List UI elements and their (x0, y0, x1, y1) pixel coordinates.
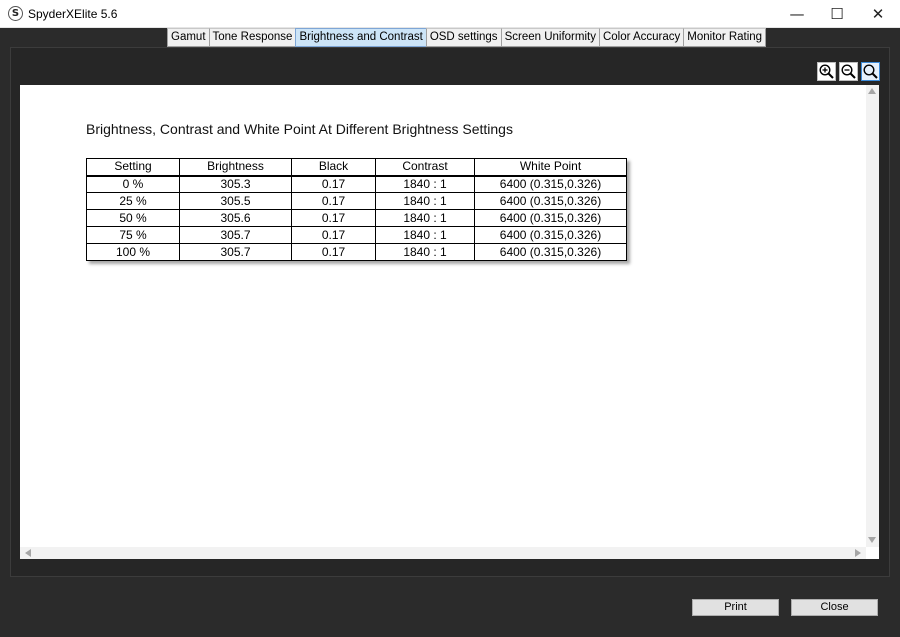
table-cell: 6400 (0.315,0.326) (474, 175, 627, 193)
table-cell: 0.17 (291, 175, 376, 193)
table-row: 0 % 305.3 0.17 1840 : 1 6400 (0.315,0.326) (86, 175, 627, 193)
table-cell: 1840 : 1 (375, 175, 475, 193)
column-header-contrast: Contrast (375, 158, 475, 177)
print-button[interactable]: Print (692, 599, 779, 616)
table-cell: 305.5 (179, 192, 292, 210)
table-row: 100 % 305.7 0.17 1840 : 1 6400 (0.315,0.326) (86, 243, 627, 261)
table-cell: 1840 : 1 (375, 243, 475, 261)
table-cell: 0.17 (291, 192, 376, 210)
tab-brightness-and-contrast[interactable]: Brightness and Contrast (295, 28, 427, 47)
table-cell: 6400 (0.315,0.326) (474, 209, 627, 227)
horizontal-scrollbar[interactable] (20, 547, 866, 559)
table-cell: 1840 : 1 (375, 226, 475, 244)
table-cell: 1840 : 1 (375, 209, 475, 227)
table-cell: 1840 : 1 (375, 192, 475, 210)
table-cell: 0.17 (291, 226, 376, 244)
table-cell: 0.17 (291, 209, 376, 227)
column-header-setting: Setting (86, 158, 180, 177)
table-cell: 25 % (86, 192, 180, 210)
zoom-out-icon[interactable] (839, 62, 858, 81)
report-view: Brightness, Contrast and White Point At … (20, 85, 866, 547)
column-header-black: Black (291, 158, 376, 177)
table-cell: 6400 (0.315,0.326) (474, 226, 627, 244)
window-title: SpyderXElite 5.6 (28, 7, 118, 21)
results-table: Setting Brightness Black Contrast White Poin… (86, 158, 627, 261)
table-cell: 0.17 (291, 243, 376, 261)
table-cell: 305.7 (179, 243, 292, 261)
table-cell: 6400 (0.315,0.326) (474, 192, 627, 210)
column-header-brightness: Brightness (179, 158, 292, 177)
scroll-left-icon[interactable] (25, 549, 31, 557)
tab-gamut[interactable]: Gamut (167, 28, 210, 47)
column-header-white-point: White Point (474, 158, 627, 177)
table-header-row: Setting Brightness Black Contrast White Poin… (86, 158, 627, 177)
close-window-button[interactable]: ✕ (857, 0, 899, 28)
tab-tone-response[interactable]: Tone Response (208, 28, 297, 47)
table-row: 75 % 305.7 0.17 1840 : 1 6400 (0.315,0.326) (86, 226, 627, 244)
zoom-in-icon[interactable] (817, 62, 836, 81)
zoom-fit-icon[interactable] (861, 62, 880, 81)
scrollbar-corner (866, 547, 879, 559)
vertical-scrollbar[interactable] (866, 85, 879, 547)
scroll-up-icon[interactable] (868, 88, 876, 94)
table-cell: 305.7 (179, 226, 292, 244)
close-button[interactable]: Close (791, 599, 878, 616)
maximize-button[interactable]: ☐ (816, 0, 858, 28)
table-cell: 75 % (86, 226, 180, 244)
table-cell: 305.6 (179, 209, 292, 227)
tab-osd-settings[interactable]: OSD settings (425, 28, 502, 47)
results-table-container: Setting Brightness Black Contrast White Poin… (86, 158, 627, 261)
table-row: 50 % 305.6 0.17 1840 : 1 6400 (0.315,0.326) (86, 209, 627, 227)
table-cell: 305.3 (179, 175, 292, 193)
tab-monitor-rating[interactable]: Monitor Rating (683, 28, 767, 47)
scroll-right-icon[interactable] (855, 549, 861, 557)
minimize-button[interactable]: — (776, 0, 818, 28)
table-row: 25 % 305.5 0.17 1840 : 1 6400 (0.315,0.326) (86, 192, 627, 210)
report-title: Brightness, Contrast and White Point At … (86, 121, 513, 137)
title-bar: S SpyderXElite 5.6 — ☐ ✕ (0, 0, 900, 28)
table-cell: 50 % (86, 209, 180, 227)
tab-strip: Gamut Tone Response Brightness and Contras… (167, 28, 767, 47)
table-cell: 6400 (0.315,0.326) (474, 243, 627, 261)
table-cell: 100 % (86, 243, 180, 261)
scroll-down-icon[interactable] (868, 537, 876, 543)
table-cell: 0 % (86, 175, 180, 193)
tab-screen-uniformity[interactable]: Screen Uniformity (500, 28, 600, 47)
tab-color-accuracy[interactable]: Color Accuracy (598, 28, 685, 47)
table-body: 0 % 305.3 0.17 1840 : 1 6400 (0.315,0.326) 25… (86, 175, 627, 261)
app-logo-icon: S (8, 6, 23, 21)
